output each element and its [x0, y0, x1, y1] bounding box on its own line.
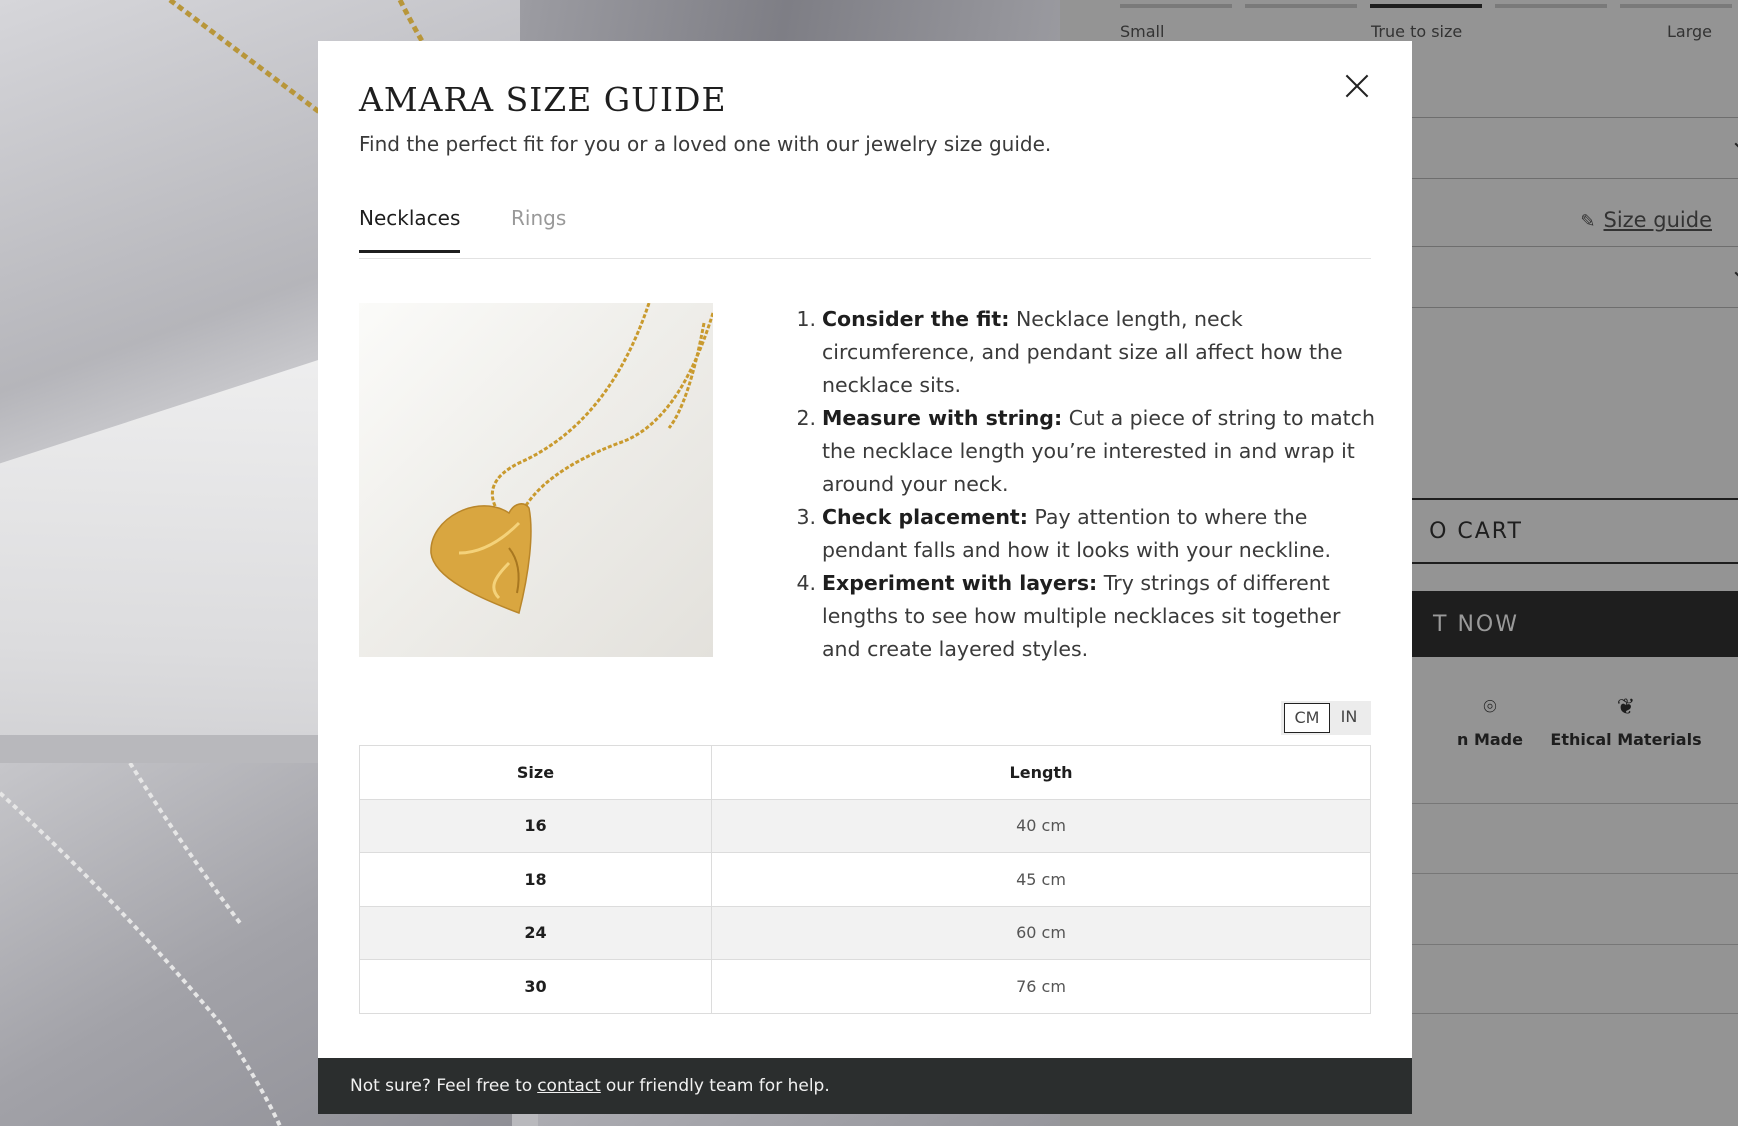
length-cell: 40 cm: [711, 798, 1371, 853]
close-icon[interactable]: [1342, 71, 1372, 101]
table-row: 18 45 cm: [359, 852, 1371, 907]
size-cell: 30: [359, 959, 712, 1014]
unit-toggle: CM IN: [1281, 701, 1371, 735]
size-table: Size Length 16 40 cm 18 45 cm 24 60 cm 3…: [359, 745, 1371, 1014]
necklace-image: [359, 303, 713, 657]
unit-cm-button[interactable]: CM: [1284, 703, 1330, 733]
step-number: 3.: [796, 505, 816, 529]
table-header-row: Size Length: [359, 745, 1371, 800]
tab-necklaces[interactable]: Necklaces: [359, 206, 461, 253]
size-guide-tabs: Necklaces Rings: [359, 206, 1371, 259]
step-heading: Consider the fit:: [822, 307, 1010, 331]
step-number: 1.: [796, 307, 816, 331]
length-cell: 45 cm: [711, 852, 1371, 907]
length-cell: 60 cm: [711, 905, 1371, 960]
size-cell: 16: [359, 798, 712, 853]
contact-link[interactable]: contact: [537, 1076, 601, 1096]
step-heading: Check placement:: [822, 505, 1028, 529]
column-header-length: Length: [711, 745, 1371, 800]
tab-rings[interactable]: Rings: [511, 206, 566, 250]
size-cell: 18: [359, 852, 712, 907]
table-row: 24 60 cm: [359, 905, 1371, 960]
fit-steps-list: 1. Consider the fit: Necklace length, ne…: [788, 303, 1378, 666]
modal-title: AMARA SIZE GUIDE: [359, 80, 727, 119]
size-guide-modal: AMARA SIZE GUIDE Find the perfect fit fo…: [318, 41, 1412, 1114]
step-number: 2.: [796, 406, 816, 430]
table-row: 16 40 cm: [359, 798, 1371, 853]
size-cell: 24: [359, 905, 712, 960]
length-cell: 76 cm: [711, 959, 1371, 1014]
modal-footer: Not sure? Feel free to contact our frien…: [318, 1058, 1412, 1114]
table-row: 30 76 cm: [359, 959, 1371, 1014]
step-heading: Experiment with layers:: [822, 571, 1098, 595]
footer-text-before: Not sure? Feel free to: [350, 1076, 533, 1096]
fit-step: 4. Experiment with layers: Try strings o…: [788, 567, 1378, 666]
heart-pendant-graphic: [430, 303, 713, 614]
step-heading: Measure with string:: [822, 406, 1063, 430]
fit-step: 3. Check placement: Pay attention to whe…: [788, 501, 1378, 567]
footer-text-after: our friendly team for help.: [605, 1076, 830, 1096]
fit-step: 1. Consider the fit: Necklace length, ne…: [788, 303, 1378, 402]
modal-subtitle: Find the perfect fit for you or a loved …: [359, 132, 1052, 156]
unit-in-button[interactable]: IN: [1330, 703, 1368, 733]
column-header-size: Size: [359, 745, 712, 800]
fit-step: 2. Measure with string: Cut a piece of s…: [788, 402, 1378, 501]
step-number: 4.: [796, 571, 816, 595]
